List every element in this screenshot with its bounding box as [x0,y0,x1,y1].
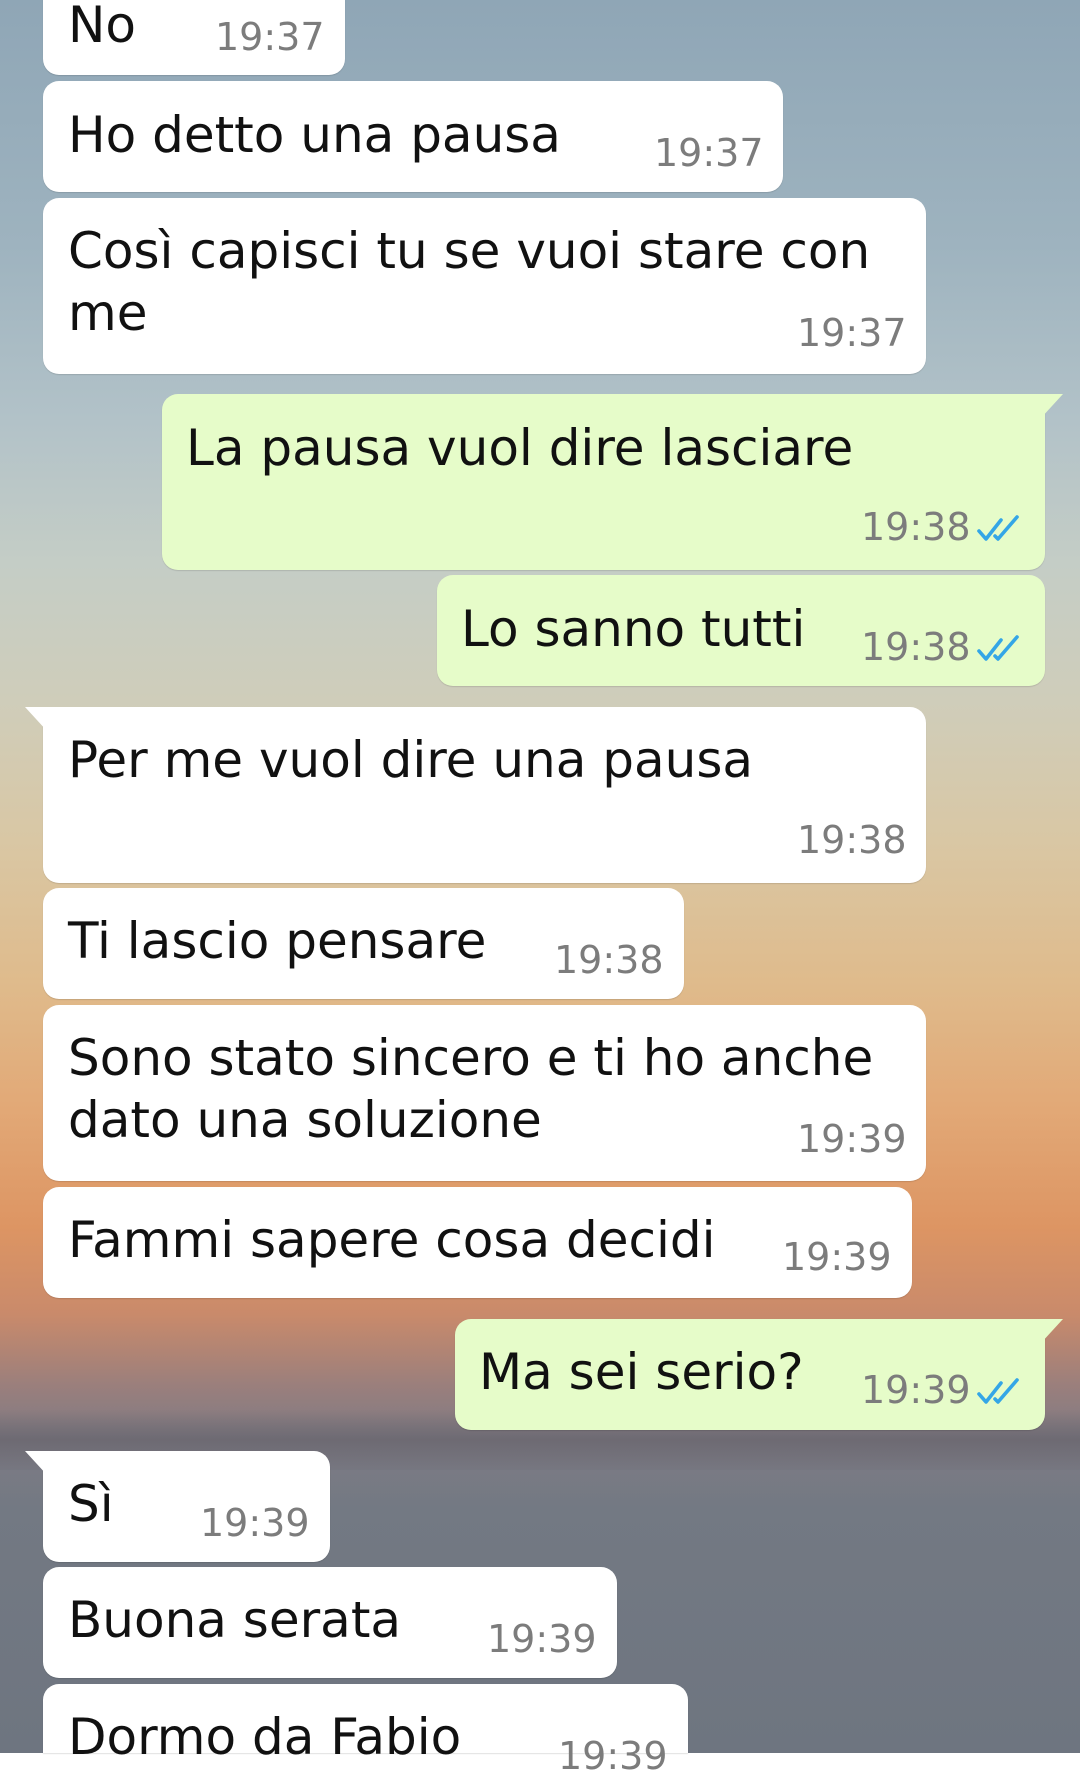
message-text: Fammi sapere cosa decidi [68,1211,716,1269]
incoming-message[interactable]: Fammi sapere cosa decidi 19:39 [43,1187,912,1298]
message-text: Ti lascio pensare [68,912,487,970]
message-text: Buona serata [68,1591,402,1649]
incoming-message[interactable]: Dormo da Fabio 19:39 [43,1684,688,1778]
incoming-message[interactable]: Ho detto una pausa 19:37 [43,81,783,192]
message-time: 19:38 [861,625,971,669]
message-text: Ma sei serio? [479,1343,804,1401]
message-time: 19:38 [554,938,664,982]
incoming-message[interactable]: Ti lascio pensare 19:38 [43,888,684,999]
outgoing-message[interactable]: Ma sei serio? 19:39 [455,1319,1063,1430]
message-text: Per me vuol dire una pausa [68,731,754,789]
outgoing-message[interactable]: La pausa vuol dire lasciare 19:38 [162,394,1063,570]
message-time: 19:38 [797,818,907,862]
message-time: 19:39 [487,1617,597,1661]
bubble-tail [25,707,47,731]
message-time: 19:39 [558,1734,668,1778]
message-text: La pausa vuol dire lasciare [186,419,854,477]
incoming-message[interactable]: Così capisci tu se vuoi stare con me 19:… [43,198,926,374]
incoming-message[interactable]: No 19:37 [43,0,345,75]
message-time: 19:37 [797,311,907,355]
message-time: 19:39 [797,1117,907,1161]
message-time: 19:39 [782,1235,892,1279]
message-time: 19:38 [861,505,971,549]
double-check-icon [977,1378,1019,1404]
message-text: No [68,0,136,54]
message-time: 19:39 [200,1501,310,1545]
message-text: Dormo da Fabio [68,1708,462,1766]
bubble-tail [1041,1319,1063,1343]
incoming-message[interactable]: Per me vuol dire una pausa 19:38 [25,707,926,883]
message-time: 19:37 [654,131,764,175]
message-text: Sì [68,1475,114,1533]
outgoing-message[interactable]: Lo sanno tutti 19:38 [437,575,1045,686]
double-check-icon [977,635,1019,661]
double-check-icon [977,515,1019,541]
message-text: Sono stato sincero e ti ho anche dato un… [68,1029,874,1149]
bubble-tail [1041,394,1063,418]
incoming-message[interactable]: Buona serata 19:39 [43,1567,617,1678]
incoming-message[interactable]: Sono stato sincero e ti ho anche dato un… [43,1005,926,1181]
message-text: Lo sanno tutti [461,600,806,658]
message-text: Così capisci tu se vuoi stare con me [68,222,871,342]
message-time: 19:39 [861,1368,971,1412]
message-time: 19:37 [215,15,325,59]
bubble-tail [25,1451,47,1475]
message-text: Ho detto una pausa [68,106,561,164]
incoming-message[interactable]: Sì 19:39 [25,1451,330,1562]
